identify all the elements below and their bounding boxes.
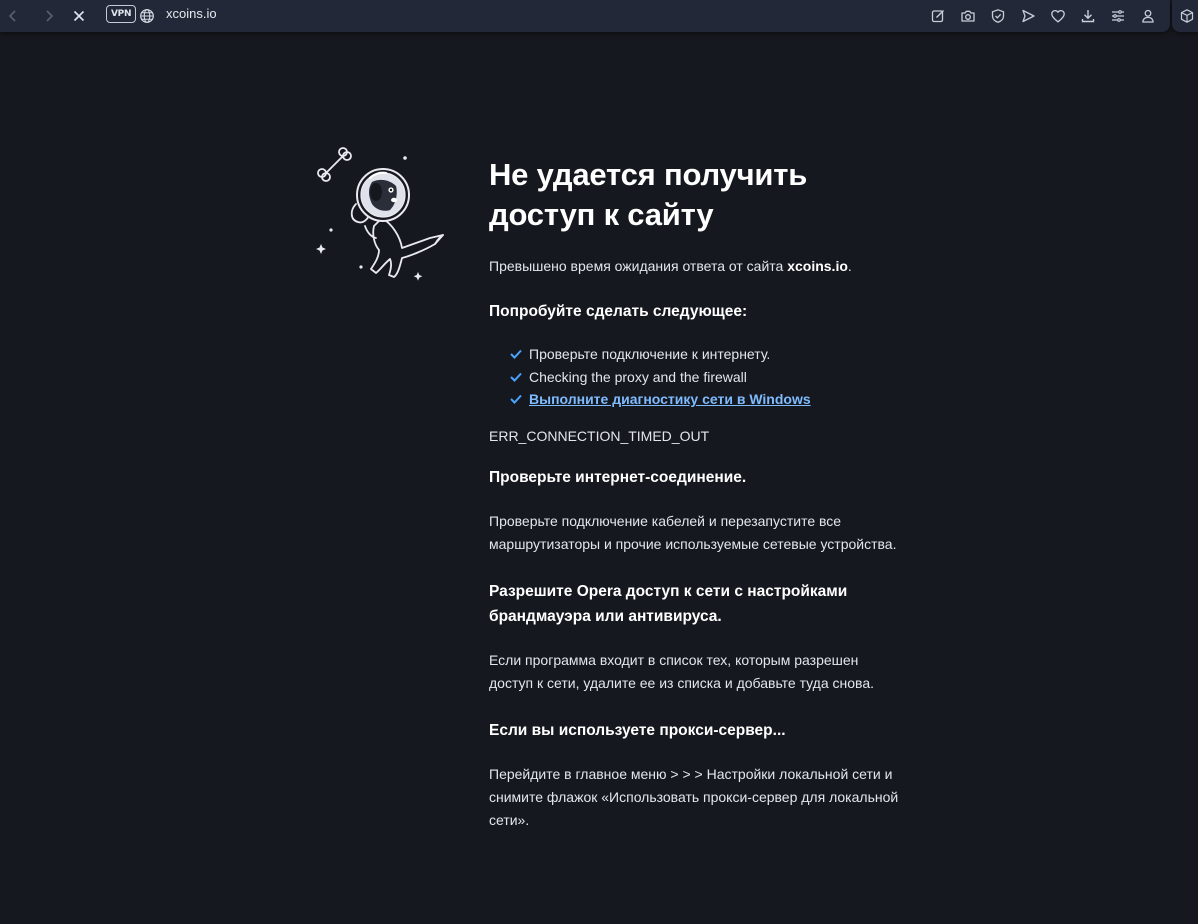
section-heading-proxy: Если вы используете прокси-сервер... — [489, 721, 786, 739]
try-heading: Попробуйте сделать следующее: — [489, 303, 748, 320]
suggestions-list: Проверьте подключение к интернету. Check… — [489, 343, 909, 411]
error-message-suffix: . — [847, 258, 852, 274]
send-icon[interactable] — [1017, 5, 1039, 27]
check-icon — [510, 395, 522, 405]
suggestion-item: Проверьте подключение к интернету. — [510, 343, 909, 366]
error-message: Превышено время ожидания ответа от сайта… — [489, 255, 909, 278]
error-code: ERR_CONNECTION_TIMED_OUT — [489, 427, 710, 444]
edit-icon[interactable] — [927, 5, 949, 27]
browser-toolbar: VPN xcoins.io — [0, 0, 1170, 32]
suggestion-item: Выполните диагностику сети в Windows — [510, 388, 909, 411]
error-content: Не удается получить доступ к сайту Превы… — [489, 155, 909, 832]
forward-icon[interactable] — [38, 5, 60, 27]
camera-icon[interactable] — [957, 5, 979, 27]
network-diagnostics-link[interactable]: Выполните диагностику сети в Windows — [529, 388, 811, 411]
shield-check-icon[interactable] — [987, 5, 1009, 27]
suggestion-text: Checking the proxy and the firewall — [529, 368, 747, 385]
astronaut-dog-illustration — [310, 140, 450, 290]
section-text-proxy: Перейдите в главное меню > > > Настройки… — [489, 765, 899, 828]
heart-icon[interactable] — [1047, 5, 1069, 27]
stop-icon[interactable] — [68, 5, 90, 27]
section-heading-firewall: Разрешите Opera доступ к сети с настройк… — [489, 582, 848, 625]
globe-icon[interactable] — [136, 5, 158, 27]
back-icon[interactable] — [2, 5, 24, 27]
section-text-firewall: Если программа входит в список тех, кото… — [489, 651, 874, 691]
check-icon — [510, 372, 522, 382]
address-bar-url[interactable]: xcoins.io — [166, 6, 217, 21]
vpn-badge[interactable]: VPN — [106, 5, 137, 23]
sidebar-toolbar — [1172, 0, 1198, 32]
profile-icon[interactable] — [1137, 5, 1159, 27]
suggestion-text: Проверьте подключение к интернету. — [529, 346, 771, 362]
error-message-text: Превышено время ожидания ответа от сайта — [489, 258, 788, 274]
download-icon[interactable] — [1077, 5, 1099, 27]
page-title: Не удается получить доступ к сайту — [489, 157, 808, 232]
section-text-connection: Проверьте подключение кабелей и перезапу… — [489, 512, 897, 552]
error-site: xcoins.io — [787, 258, 848, 274]
suggestion-item: Checking the proxy and the firewall — [510, 366, 909, 389]
section-heading-connection: Проверьте интернет-соединение. — [489, 468, 747, 486]
helmet — [356, 168, 410, 222]
bone-icon — [317, 147, 352, 182]
easy-setup-icon[interactable] — [1107, 5, 1129, 27]
check-icon — [510, 350, 522, 360]
extension-cube-icon[interactable] — [1176, 5, 1198, 27]
